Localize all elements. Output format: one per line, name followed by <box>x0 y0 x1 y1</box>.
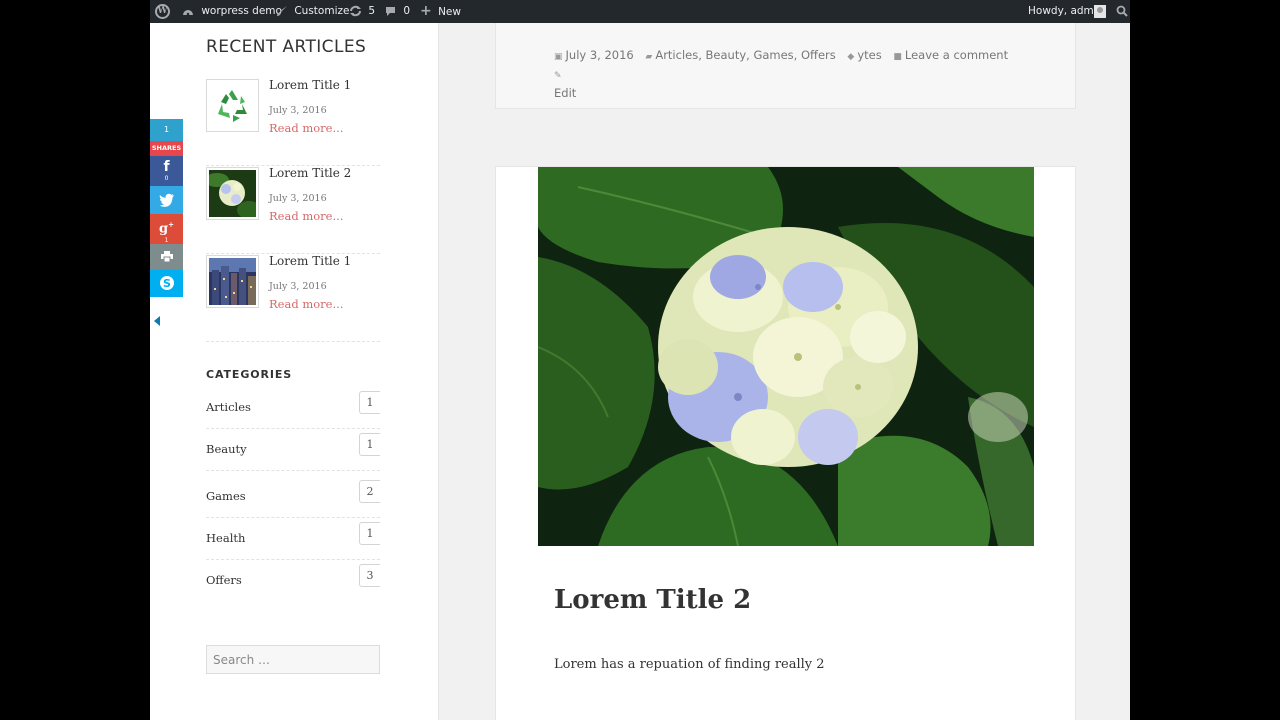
city-thumbnail-image <box>209 258 256 305</box>
category-count: 2 <box>359 480 380 503</box>
calendar-icon: ▣ <box>554 52 563 62</box>
read-more-link[interactable]: Read more... <box>269 121 343 135</box>
post-excerpt: Lorem has a repuation of finding really … <box>554 657 825 672</box>
comment-bubble-icon <box>386 6 395 16</box>
page: 1 SHARES f 0 g+ 1 S RECENT ARTICLES Lore… <box>150 23 1130 720</box>
edit-link[interactable]: Edit <box>554 86 576 100</box>
hydrangea-featured-image <box>538 167 1034 546</box>
recent-article-thumbnail[interactable] <box>206 255 259 308</box>
share-label: SHARES <box>150 141 183 156</box>
recycle-image <box>209 82 256 129</box>
post-date-link[interactable]: July 3, 2016 <box>566 48 634 62</box>
howdy-link[interactable]: Howdy, admin <box>1028 0 1103 23</box>
recent-article-item: Lorem Title 1 July 3, 2016 Read more... <box>206 254 380 342</box>
updates-icon <box>350 5 361 17</box>
avatar-icon[interactable] <box>1094 5 1106 18</box>
category-link[interactable]: Games <box>206 489 246 503</box>
sidebar: 1 SHARES f 0 g+ 1 S RECENT ARTICLES Lore… <box>150 23 439 720</box>
search-icon[interactable] <box>1116 5 1128 17</box>
category-link[interactable]: Articles <box>206 400 251 414</box>
comments-link[interactable]: 0 <box>385 0 410 23</box>
updates-count: 5 <box>368 5 376 17</box>
skype-icon: S <box>159 276 174 290</box>
tag-link[interactable]: ytes <box>857 48 881 62</box>
site-name-link[interactable]: worpress demo <box>182 0 282 23</box>
read-more-link[interactable]: Read more... <box>269 297 343 311</box>
site-name: worpress demo <box>201 5 282 17</box>
category-count: 3 <box>359 564 380 587</box>
brush-icon <box>277 6 287 16</box>
recent-article-title[interactable]: Lorem Title 1 <box>269 78 351 92</box>
dashboard-icon <box>183 10 193 16</box>
recent-article-thumbnail[interactable] <box>206 79 259 132</box>
category-count: 1 <box>359 433 380 456</box>
previous-post-footer: ▣ July 3, 2016 ▰ Articles, Beauty, Games, … <box>495 23 1076 109</box>
recent-article-item: Lorem Title 2 July 3, 2016 Read more... <box>206 166 380 254</box>
recent-article-date: July 3, 2016 <box>269 281 327 292</box>
howdy-label: Howdy, admin <box>1028 5 1104 17</box>
recent-articles-title: RECENT ARTICLES <box>206 37 367 57</box>
category-item: Health 1 <box>206 519 380 560</box>
tag-icon: ◆ <box>847 52 855 62</box>
share-count: 1 <box>150 119 183 141</box>
skype-share-button[interactable]: S <box>150 270 183 297</box>
category-item: Beauty 1 <box>206 430 380 471</box>
print-button[interactable] <box>150 244 183 270</box>
entry-meta: ▣ July 3, 2016 ▰ Articles, Beauty, Games, … <box>554 47 1024 102</box>
google-plus-icon: g+ <box>159 220 174 237</box>
category-link[interactable]: Beauty <box>206 442 247 456</box>
folder-icon: ▰ <box>645 52 653 62</box>
customize-label: Customize <box>294 5 350 17</box>
google-plus-share-button[interactable]: g+ 1 <box>150 214 183 244</box>
collapse-arrow-icon[interactable] <box>154 316 160 326</box>
search-input[interactable] <box>206 645 380 674</box>
post-title[interactable]: Lorem Title 2 <box>554 585 751 615</box>
categories-links[interactable]: Articles, Beauty, Games, Offers <box>655 48 835 62</box>
leave-comment-link[interactable]: Leave a comment <box>905 48 1008 62</box>
twitter-share-button[interactable] <box>150 186 183 214</box>
facebook-share-count: 0 <box>164 175 169 182</box>
pencil-icon: ✎ <box>554 71 562 81</box>
category-count: 1 <box>359 391 380 414</box>
facebook-icon: f <box>163 159 170 175</box>
category-count: 1 <box>359 522 380 545</box>
category-item: Offers 3 <box>206 561 380 602</box>
new-label: New <box>438 6 461 18</box>
comments-count: 0 <box>403 5 411 17</box>
comment-icon: ■ <box>893 52 902 62</box>
post-card: Lorem Title 2 Lorem has a repuation of f… <box>495 166 1076 720</box>
recent-article-date: July 3, 2016 <box>269 105 327 116</box>
twitter-icon <box>159 193 174 207</box>
category-item: Games 2 <box>206 477 380 518</box>
facebook-share-button[interactable]: f 0 <box>150 156 183 186</box>
social-share-bar: 1 SHARES f 0 g+ 1 S <box>150 119 183 326</box>
customize-link[interactable]: Customize <box>276 0 349 23</box>
admin-bar: W worpress demo Customize 5 0 + New Howd… <box>150 0 1130 23</box>
category-link[interactable]: Health <box>206 531 245 545</box>
updates-link[interactable]: 5 <box>349 0 375 23</box>
recent-article-title[interactable]: Lorem Title 2 <box>269 166 351 180</box>
plus-icon: + <box>420 3 432 19</box>
category-link[interactable]: Offers <box>206 573 242 587</box>
recent-article-title[interactable]: Lorem Title 1 <box>269 254 351 268</box>
categories-title: CATEGORIES <box>206 368 293 381</box>
hydrangea-thumbnail-image <box>209 170 256 217</box>
print-icon <box>160 251 173 263</box>
recent-article-item: Lorem Title 1 July 3, 2016 Read more... <box>206 78 380 166</box>
svg-text:S: S <box>163 277 171 290</box>
new-content-link[interactable]: + New <box>420 0 461 23</box>
wordpress-logo-icon[interactable]: W <box>155 4 170 19</box>
read-more-link[interactable]: Read more... <box>269 209 343 223</box>
category-item: Articles 1 <box>206 388 380 429</box>
recent-article-thumbnail[interactable] <box>206 167 259 220</box>
recent-article-date: July 3, 2016 <box>269 193 327 204</box>
featured-image[interactable] <box>538 167 1034 546</box>
